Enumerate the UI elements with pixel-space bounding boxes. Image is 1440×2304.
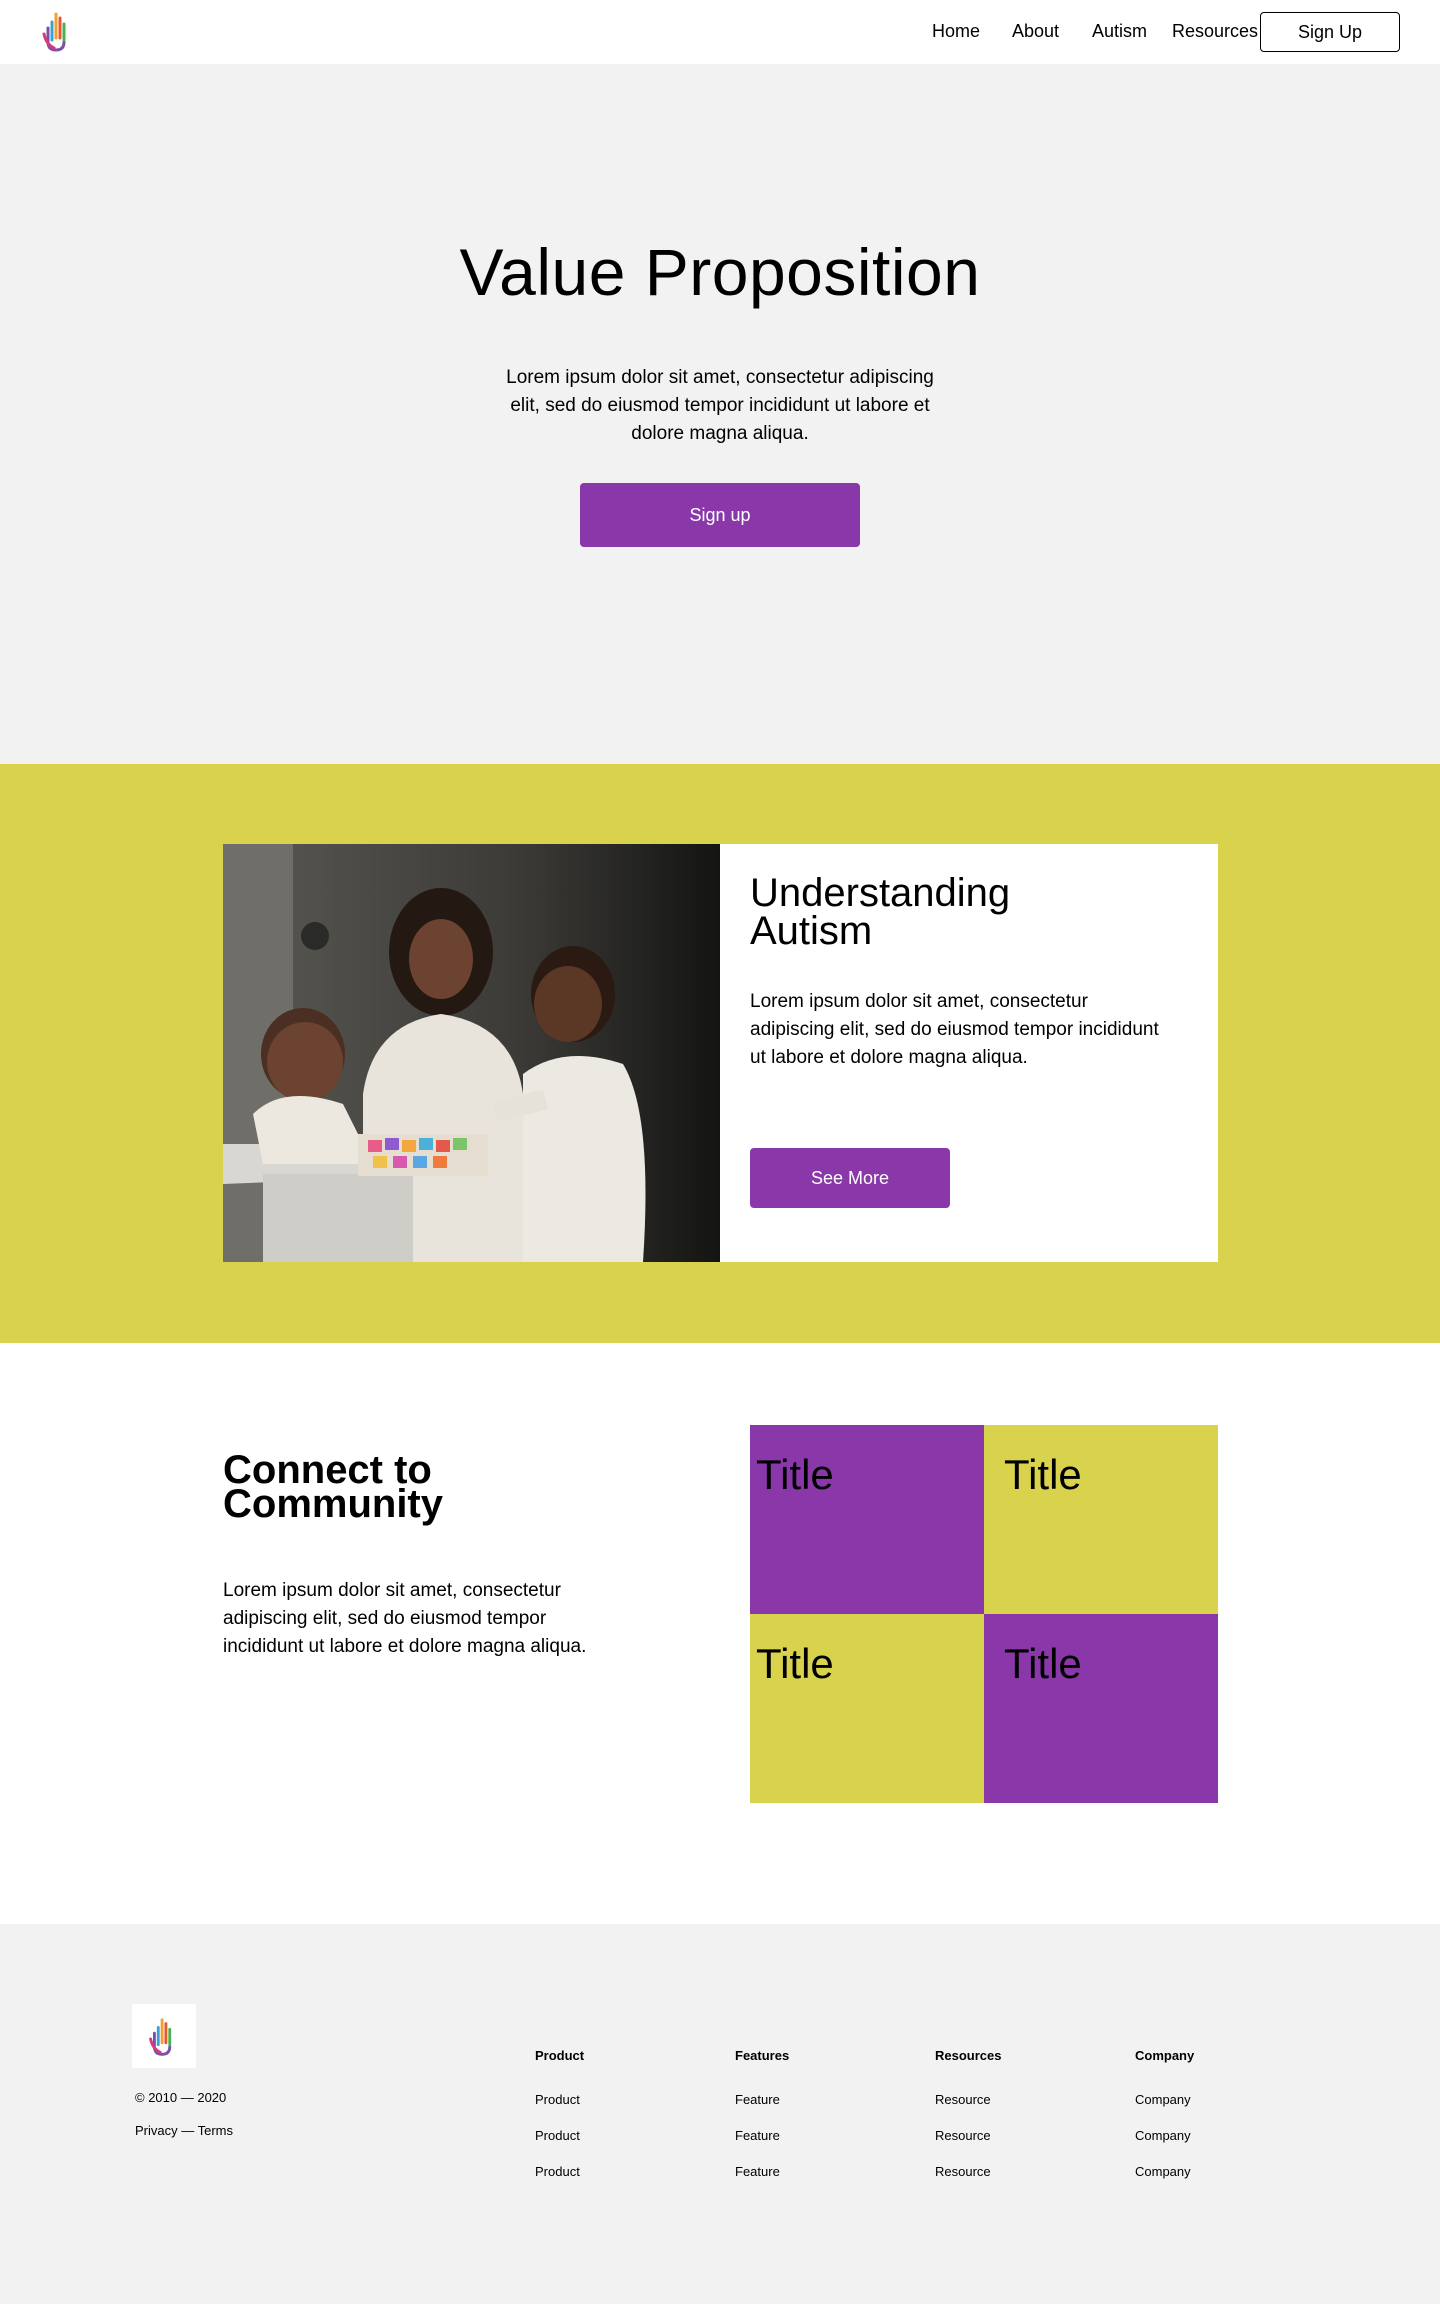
footer-column-heading: Product (535, 2048, 585, 2063)
footer-link[interactable]: Company (1135, 2128, 1191, 2143)
footer-link[interactable]: Feature (735, 2164, 780, 2179)
tile-title: Title (1004, 1640, 1082, 1687)
nav-link-about[interactable]: About (1012, 21, 1059, 42)
tile-title: Title (1004, 1451, 1082, 1498)
footer-link[interactable]: Resource (935, 2164, 991, 2179)
see-more-button[interactable]: See More (750, 1148, 950, 1208)
hero-title: Value Proposition (459, 235, 981, 309)
footer-link[interactable]: Resource (935, 2092, 991, 2107)
family-photo (223, 844, 720, 1262)
community-title: Connect to Community (223, 1448, 443, 1526)
footer-link[interactable]: Product (535, 2092, 580, 2107)
nav-link-home[interactable]: Home (932, 21, 980, 42)
footer-column-features: Features Feature Feature Feature (735, 2048, 875, 2179)
community-tile[interactable]: Title (750, 1425, 984, 1614)
understanding-card: Understanding Autism Lorem ipsum dolor s… (720, 844, 1218, 1262)
tile-title: Title (756, 1640, 834, 1687)
legal-links[interactable]: Privacy — Terms (135, 2123, 233, 2138)
footer-link[interactable]: Product (535, 2128, 580, 2143)
hero-section: Value Proposition Lorem ipsum dolor sit … (0, 64, 1440, 764)
community-description: Lorem ipsum dolor sit amet, consectetur … (223, 1580, 587, 1657)
nav-signup-button[interactable]: Sign Up (1260, 12, 1400, 52)
tile-title: Title (756, 1451, 834, 1498)
community-tile[interactable]: Title (750, 1614, 984, 1803)
footer-column-heading: Company (1135, 2048, 1195, 2063)
hero-description: Lorem ipsum dolor sit amet, consectetur … (506, 367, 934, 444)
nav-link-autism[interactable]: Autism (1092, 21, 1147, 42)
hand-logo-icon[interactable] (40, 8, 76, 56)
hero-signup-button[interactable]: Sign up (580, 483, 860, 547)
community-section: Connect to Community Lorem ipsum dolor s… (0, 1343, 1440, 1924)
footer-link[interactable]: Company (1135, 2164, 1191, 2179)
footer-column-heading: Resources (935, 2048, 1002, 2063)
footer-hand-logo-icon[interactable] (132, 2004, 196, 2068)
footer-column-resources: Resources Resource Resource Resource (935, 2048, 1075, 2179)
footer-link[interactable]: Resource (935, 2128, 991, 2143)
understanding-description: Lorem ipsum dolor sit amet, consectetur … (750, 991, 1159, 1068)
footer: © 2010 — 2020 Privacy — Terms Product Pr… (0, 1924, 1440, 2304)
copyright-text: © 2010 — 2020 (135, 2090, 227, 2105)
community-tiles: Title Title Title Title (750, 1425, 1218, 1803)
community-tile[interactable]: Title (984, 1425, 1218, 1614)
nav-link-resources[interactable]: Resources (1172, 21, 1258, 42)
understanding-title: Understanding Autism (750, 871, 1011, 953)
community-tile[interactable]: Title (984, 1614, 1218, 1803)
footer-link[interactable]: Feature (735, 2092, 780, 2107)
footer-link[interactable]: Product (535, 2164, 580, 2179)
footer-column-company: Company Company Company Company (1135, 2048, 1275, 2179)
footer-column-heading: Features (735, 2048, 790, 2063)
footer-link[interactable]: Feature (735, 2128, 780, 2143)
footer-column-product: Product Product Product Product (535, 2048, 675, 2179)
understanding-section: Understanding Autism Lorem ipsum dolor s… (0, 764, 1440, 1343)
top-nav: Home About Autism Resources Sign Up (0, 0, 1440, 64)
footer-link[interactable]: Company (1135, 2092, 1191, 2107)
